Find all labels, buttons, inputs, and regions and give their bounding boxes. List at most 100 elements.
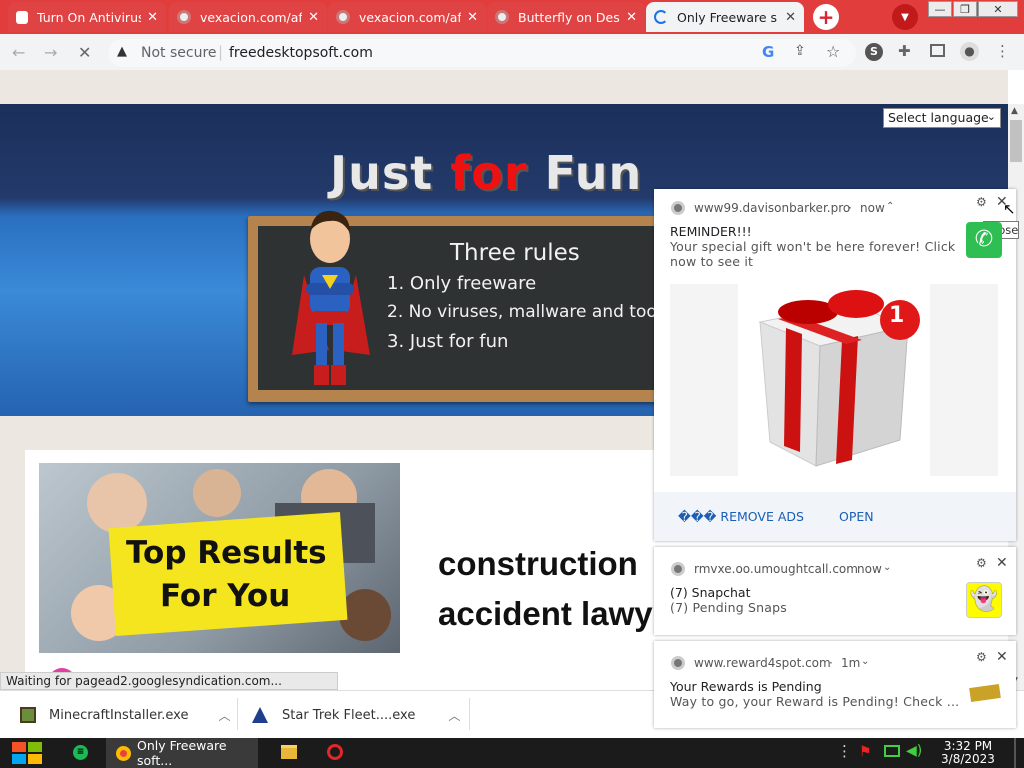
extension-s-icon[interactable]: S <box>865 43 883 61</box>
rules-title: Three rules <box>450 240 580 266</box>
bookmark-star-icon[interactable]: ☆ <box>826 42 840 61</box>
banner-title-fun: Fun <box>527 146 643 200</box>
puzzle-extensions-icon[interactable]: ✚ <box>898 42 911 60</box>
spotify-icon[interactable]: ≡ <box>73 745 88 760</box>
chevron-up-icon[interactable]: ⌃ <box>886 201 894 212</box>
download-file-name: MinecraftInstaller.exe <box>49 707 189 723</box>
back-arrow-icon[interactable]: ← <box>12 43 25 62</box>
minecraft-file-icon <box>20 707 36 723</box>
banner-title: Just for Fun <box>330 146 642 200</box>
flag-icon[interactable]: ⚑ <box>859 744 872 760</box>
language-select-value: Select language <box>888 110 989 125</box>
tab-only-freeware[interactable]: Only Freeware s ✕ <box>646 2 804 32</box>
gift-badge-number: 1 <box>889 303 905 328</box>
notification-title: Your Rewards is Pending <box>670 679 822 694</box>
promo-yellow-box <box>108 512 348 636</box>
notification-separator: · <box>846 562 850 576</box>
superhero-mascot <box>292 210 370 385</box>
tab-vexacion-1[interactable]: vexacion.com/af ✕ <box>169 2 327 32</box>
tab-antivirus[interactable]: Turn On Antivirus ✕ <box>8 2 166 32</box>
taskbar-chrome-task[interactable]: Only Freeware soft... <box>106 738 258 768</box>
tray-overflow-icon[interactable]: ⋮ <box>837 742 852 760</box>
close-tab-icon[interactable]: ✕ <box>785 10 796 25</box>
maximize-button[interactable]: ❐ <box>953 1 977 17</box>
promo-line-1: Top Results <box>126 535 327 571</box>
status-bubble: Waiting for pagead2.googlesyndication.co… <box>0 672 338 690</box>
star-trek-file-icon <box>252 707 268 723</box>
forward-arrow-icon[interactable]: → <box>44 43 57 62</box>
close-icon[interactable]: ✕ <box>996 555 1008 571</box>
notification-time: 1m <box>841 656 861 670</box>
chrome-icon <box>671 656 685 670</box>
scroll-up-arrow-icon[interactable]: ▲ <box>1011 106 1018 116</box>
tab-butterfly[interactable]: Butterfly on Desk ✕ <box>487 2 645 32</box>
banner-title-for: for <box>450 146 528 200</box>
url-text[interactable]: freedesktopsoft.com <box>229 45 373 61</box>
tab-title: Butterfly on Desk <box>518 9 621 25</box>
chevron-up-icon[interactable]: ︿ <box>218 707 230 724</box>
system-clock[interactable]: 3:32 PM 3/8/2023 <box>936 740 1000 766</box>
download-divider <box>469 698 470 730</box>
rule-3: 3. Just for fun <box>387 331 509 352</box>
download-item-star-trek[interactable]: Star Trek Fleet....exe ︿ <box>252 704 460 726</box>
opera-icon[interactable] <box>327 744 343 760</box>
tab-vexacion-2[interactable]: vexacion.com/af ✕ <box>328 2 486 32</box>
taskbar-task-title: Only Freeware soft... <box>137 738 227 768</box>
notification-body: (7) Pending Snaps <box>670 600 787 615</box>
notification-separator: · <box>829 656 833 670</box>
remove-ads-button[interactable]: ��� REMOVE ADS <box>678 509 804 524</box>
close-tab-icon[interactable]: ✕ <box>147 10 158 25</box>
notification-origin: rmvxe.oo.umoughtcall.com <box>694 562 858 576</box>
close-tab-icon[interactable]: ✕ <box>626 10 637 25</box>
kebab-menu-icon[interactable]: ⋮ <box>995 42 1010 60</box>
whatsapp-icon: ✆ <box>966 222 1002 258</box>
open-button[interactable]: OPEN <box>839 509 874 524</box>
network-icon[interactable] <box>884 745 900 757</box>
chevron-down-icon[interactable]: ⌄ <box>861 656 869 667</box>
gear-icon[interactable]: ⚙ <box>976 556 987 570</box>
chevron-up-icon[interactable]: ︿ <box>448 707 460 724</box>
minimize-button[interactable]: — <box>928 1 952 17</box>
notification-body-line-2: now to see it <box>670 254 754 269</box>
close-icon[interactable]: ✕ <box>996 649 1008 665</box>
new-tab-button[interactable]: + <box>813 4 839 30</box>
windows-start-icon[interactable] <box>10 740 44 766</box>
tab-search-button[interactable]: ▼ <box>892 4 918 30</box>
notification-title: (7) Snapchat <box>670 585 751 600</box>
tab-title: vexacion.com/af <box>359 9 462 25</box>
scrollbar-thumb[interactable] <box>1010 120 1022 162</box>
gear-icon[interactable]: ⚙ <box>976 195 987 209</box>
notification-title: REMINDER!!! <box>670 224 752 239</box>
article-headline-line-2[interactable]: accident lawy <box>438 595 653 633</box>
security-label[interactable]: Not secure <box>141 45 217 61</box>
promo-line-2: For You <box>160 578 291 614</box>
gear-icon[interactable]: ⚙ <box>976 650 987 664</box>
file-explorer-icon[interactable] <box>281 745 297 759</box>
article-headline-line-1[interactable]: construction <box>438 545 638 583</box>
profile-avatar-icon[interactable]: ● <box>960 42 979 61</box>
close-tab-icon[interactable]: ✕ <box>308 10 319 25</box>
download-file-name: Star Trek Fleet....exe <box>282 707 416 723</box>
chrome-icon <box>671 562 685 576</box>
side-panel-icon[interactable] <box>930 44 945 57</box>
close-tab-icon[interactable]: ✕ <box>467 10 478 25</box>
notification-body: Way to go, your Reward is Pending! Check… <box>670 694 960 709</box>
chevron-down-icon[interactable]: ⌄ <box>883 562 891 573</box>
warning-icon[interactable]: ▲ <box>117 44 127 59</box>
speaker-icon[interactable]: ◀) <box>906 743 922 759</box>
notification-time: now <box>857 562 882 576</box>
share-icon[interactable]: ⇪ <box>794 43 806 59</box>
download-divider <box>237 698 238 730</box>
notification-origin: www99.davisonbarker.pro <box>694 201 851 215</box>
globe-favicon-icon <box>336 10 350 24</box>
window-close-button[interactable]: ✕ <box>978 1 1018 17</box>
google-lens-icon[interactable]: G <box>762 43 774 61</box>
chrome-icon <box>671 201 685 215</box>
show-desktop-button[interactable] <box>1014 738 1016 768</box>
download-item-minecraft[interactable]: MinecraftInstaller.exe ︿ <box>20 704 230 726</box>
rule-2: 2. No viruses, mallware and toolbars <box>387 302 699 322</box>
stop-loading-icon[interactable]: ✕ <box>78 43 91 62</box>
clock-date: 3/8/2023 <box>941 752 995 766</box>
chrome-icon <box>116 745 131 761</box>
language-select[interactable]: Select language ⌄ <box>883 108 1001 128</box>
